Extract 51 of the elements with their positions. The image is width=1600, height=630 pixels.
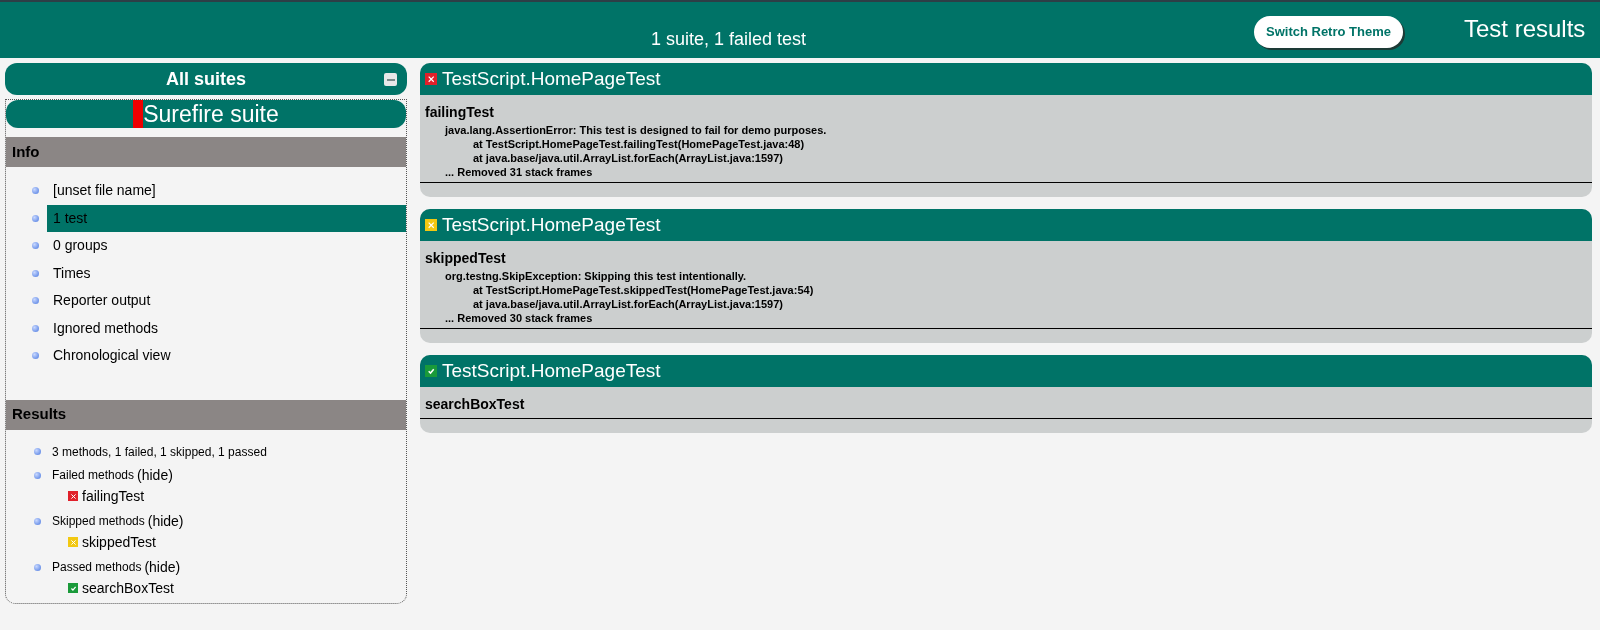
bullet-icon: [32, 297, 39, 305]
method-link[interactable]: searchBoxTest: [82, 577, 174, 599]
info-link[interactable]: 0 groups: [47, 232, 406, 260]
bullet-icon: [32, 352, 39, 360]
class-name: TestScript.HomePageTest: [442, 212, 661, 237]
method-link[interactable]: failingTest: [82, 485, 145, 507]
bullet-icon: [34, 471, 41, 479]
bullet-icon: [34, 517, 41, 525]
page-title: Test results: [1464, 14, 1586, 44]
info-link[interactable]: Reporter output: [47, 287, 406, 315]
info-link[interactable]: Ignored methods: [47, 314, 406, 342]
info-heading: Info: [12, 141, 40, 162]
suite-name: Surefire suite: [143, 99, 279, 129]
class-name: TestScript.HomePageTest: [442, 358, 661, 383]
suite-header[interactable]: Surefire suite: [6, 100, 406, 128]
group-label: Passed methods: [52, 559, 142, 576]
hide-link[interactable]: (hide): [147, 510, 184, 532]
bullet-icon: [32, 242, 39, 250]
info-link[interactable]: Times: [47, 259, 406, 287]
stack-trace-line: at TestScript.HomePageTest.failingTest(HomePageTest.java:48): [472, 137, 806, 151]
stack-trace-line: org.testng.SkipException: Skipping this test intentionally.: [444, 269, 748, 283]
class-name: TestScript.HomePageTest: [442, 66, 661, 91]
stack-trace-line: java.lang.AssertionError: This test is designed to fail for demo purposes.: [443, 123, 828, 137]
info-link[interactable]: [unset file name]: [47, 177, 406, 205]
method-link[interactable]: skippedTest: [82, 531, 156, 553]
results-summary: 3 methods, 1 failed, 1 skipped, 1 passed: [52, 443, 267, 461]
method-name: failingTest: [425, 103, 495, 122]
info-link[interactable]: 1 test: [47, 204, 406, 232]
bullet-icon: [34, 563, 41, 571]
hide-link[interactable]: (hide): [144, 556, 181, 578]
stack-trace-line: ... Removed 31 stack frames: [444, 165, 594, 179]
all-suites-title: All suites: [166, 67, 246, 91]
stack-trace-line: at java.base/java.util.ArrayList.forEach(ArrayList.java:1597): [472, 297, 784, 311]
method-name: skippedTest: [425, 249, 507, 268]
bullet-icon: [32, 187, 39, 195]
results-heading: Results: [12, 404, 67, 425]
bullet-icon: [32, 214, 39, 222]
stack-trace-line: at TestScript.HomePageTest.skippedTest(HomePageTest.java:54): [472, 283, 815, 297]
group-label: Failed methods: [52, 467, 135, 484]
collapse-icon[interactable]: [384, 73, 397, 86]
hide-link[interactable]: (hide): [137, 464, 173, 486]
theme-button[interactable]: Switch Retro Theme: [1254, 16, 1403, 48]
info-link[interactable]: Chronological view: [47, 342, 406, 370]
bullet-icon: [32, 269, 39, 277]
summary-text: 1 suite, 1 failed test: [651, 28, 807, 51]
stack-trace-line: ... Removed 30 stack frames: [444, 311, 594, 325]
method-name: searchBoxTest: [425, 395, 526, 414]
group-label: Skipped methods: [52, 513, 145, 530]
stack-trace-line: at java.base/java.util.ArrayList.forEach(ArrayList.java:1597): [472, 151, 784, 165]
bullet-icon: [32, 324, 39, 332]
bullet-icon: [34, 448, 41, 455]
